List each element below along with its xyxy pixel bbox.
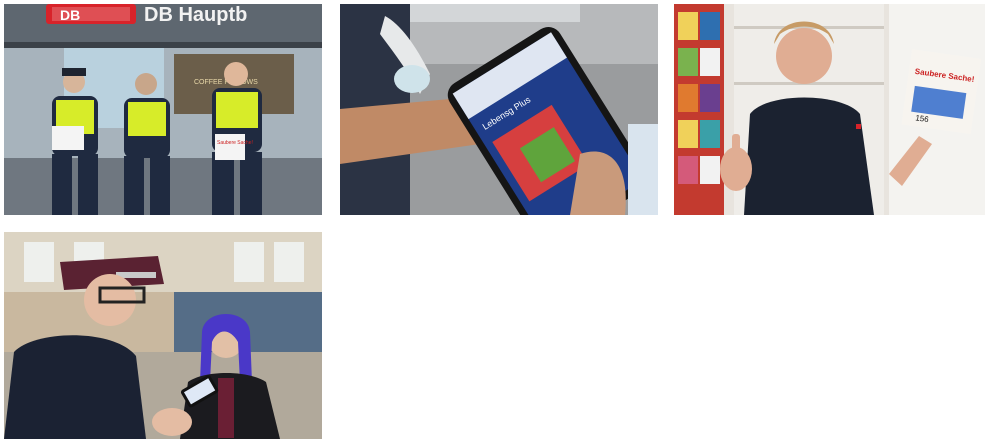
flyer-number: 156 [915,113,930,124]
conductor-photo [4,232,322,439]
gallery-image-smartphone[interactable]: Lebensg Plus [340,4,658,215]
smartphone-photo: Lebensg Plus [340,4,658,215]
gallery-image-station-staff[interactable]: DB DB Hauptb COFFEE FELLOWS Saubere Sach… [4,4,322,215]
db-logo-text: DB [60,7,80,23]
gallery-image-conductor[interactable] [4,232,322,439]
station-sign: DB Hauptb [144,4,247,26]
station-staff-photo: DB DB Hauptb COFFEE FELLOWS Saubere Sach… [4,4,322,215]
flyer-text: Saubere Sache! [217,140,253,146]
kiosk-photo: Saubere Sache! 156 [674,4,985,215]
gallery-image-kiosk[interactable]: Saubere Sache! 156 [674,4,985,215]
